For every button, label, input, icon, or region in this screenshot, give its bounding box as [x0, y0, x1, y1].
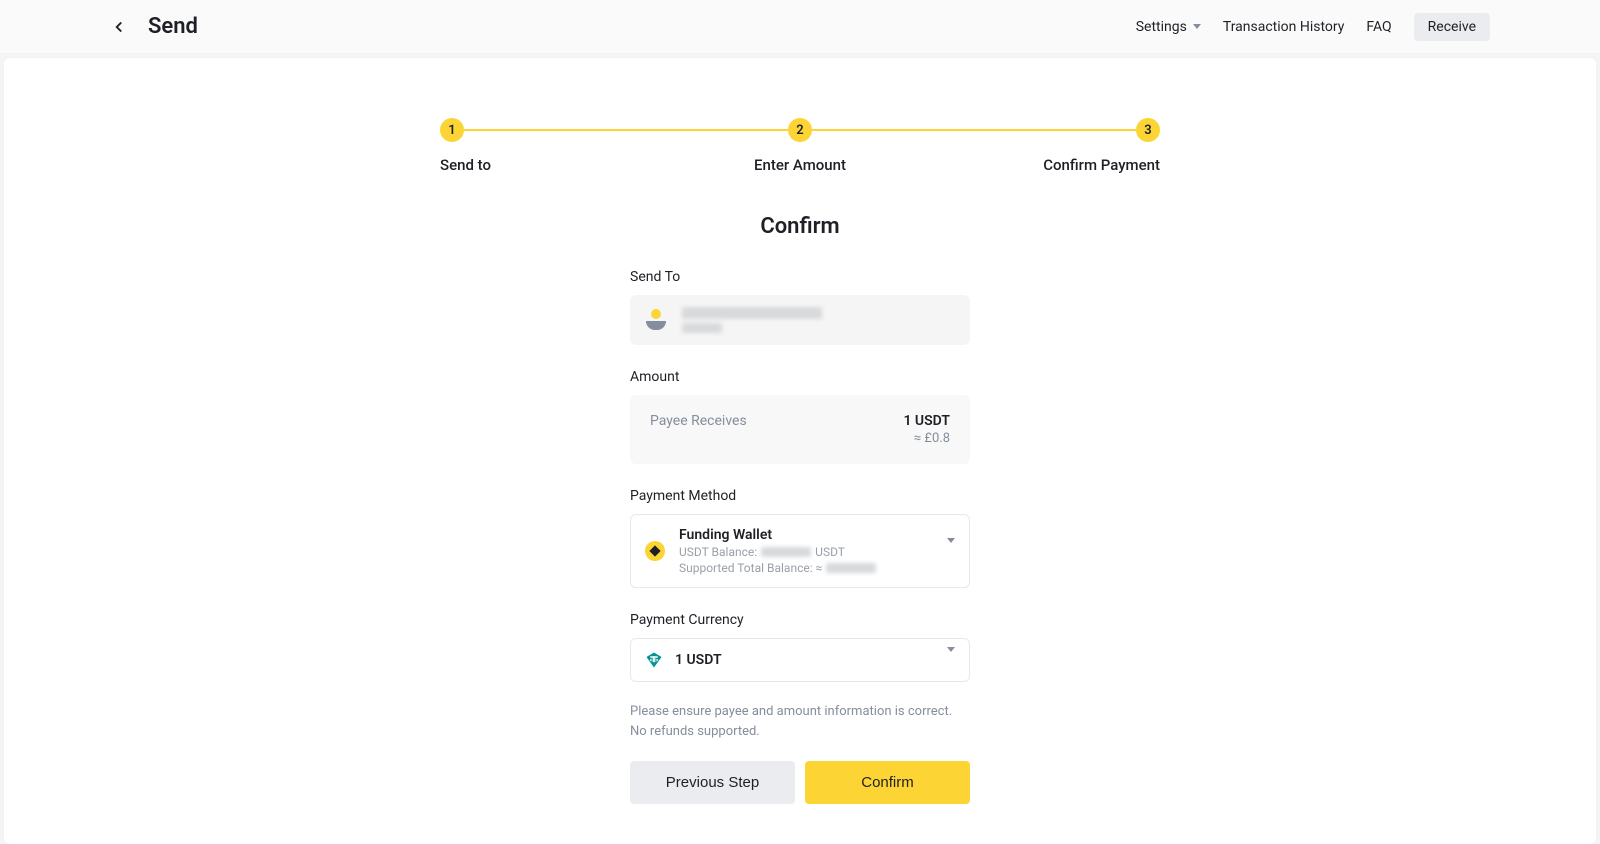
- step-2: 2 Enter Amount: [680, 118, 920, 174]
- payment-method-select[interactable]: Funding Wallet USDT Balance: USDT Suppor…: [630, 514, 970, 588]
- step-3-circle: 3: [1136, 118, 1160, 142]
- method-supported: Supported Total Balance: ≈: [679, 561, 933, 575]
- step-line-3: [920, 129, 1136, 131]
- step-line-2a: [680, 129, 788, 131]
- main-card: 1 Send to 2 Enter Amount 3 Confirm Payme…: [4, 58, 1596, 844]
- payee-avatar-icon: [644, 308, 668, 332]
- step-2-circle: 2: [788, 118, 812, 142]
- receive-button[interactable]: Receive: [1414, 13, 1490, 41]
- method-balance-prefix: USDT Balance:: [679, 545, 757, 559]
- payment-currency-select[interactable]: 1 USDT: [630, 638, 970, 682]
- amount-box: Payee Receives 1 USDT ≈ £0.8: [630, 395, 970, 464]
- transaction-history-link[interactable]: Transaction History: [1223, 19, 1345, 35]
- step-3-label: Confirm Payment: [1043, 156, 1160, 174]
- warning-text: Please ensure payee and amount informati…: [630, 702, 970, 741]
- step-line-1: [464, 129, 680, 131]
- step-1-label: Send to: [440, 156, 491, 174]
- method-label: Payment Method: [630, 488, 970, 504]
- sendto-box: [630, 295, 970, 345]
- chevron-left-icon: [110, 18, 128, 36]
- section-heading: Confirm: [630, 214, 970, 239]
- payee-redacted: [682, 307, 822, 333]
- wallet-icon: [645, 541, 665, 561]
- caret-down-icon: [1193, 24, 1201, 29]
- content: Confirm Send To Amount Payee Receives 1 …: [630, 214, 970, 804]
- header-left: Send: [110, 14, 198, 39]
- currency-value: 1 USDT: [675, 652, 935, 668]
- page-title: Send: [148, 14, 198, 39]
- sendto-label: Send To: [630, 269, 970, 285]
- step-1-circle: 1: [440, 118, 464, 142]
- chevron-down-icon: [947, 543, 955, 559]
- page-header: Send Settings Transaction History FAQ Re…: [0, 0, 1600, 54]
- settings-label: Settings: [1136, 19, 1187, 35]
- step-3: 3 Confirm Payment: [920, 118, 1160, 174]
- chevron-down-icon: [947, 652, 955, 668]
- faq-link[interactable]: FAQ: [1366, 19, 1391, 35]
- method-title: Funding Wallet: [679, 527, 933, 543]
- header-right: Settings Transaction History FAQ Receive: [1136, 13, 1490, 41]
- usdt-icon: [645, 651, 663, 669]
- payee-receives-label: Payee Receives: [650, 413, 747, 429]
- step-1: 1 Send to: [440, 118, 680, 174]
- method-supported-prefix: Supported Total Balance: ≈: [679, 561, 822, 575]
- amount-value: 1 USDT: [903, 413, 950, 429]
- confirm-button[interactable]: Confirm: [805, 761, 970, 804]
- method-balance: USDT Balance: USDT: [679, 545, 933, 559]
- supported-redacted: [826, 563, 876, 573]
- amount-approx: ≈ £0.8: [903, 431, 950, 446]
- balance-redacted: [761, 547, 811, 557]
- method-text: Funding Wallet USDT Balance: USDT Suppor…: [679, 527, 933, 575]
- step-2-label: Enter Amount: [754, 156, 846, 174]
- step-line-2b: [812, 129, 920, 131]
- method-balance-suffix: USDT: [815, 545, 845, 559]
- previous-step-button[interactable]: Previous Step: [630, 761, 795, 804]
- stepper: 1 Send to 2 Enter Amount 3 Confirm Payme…: [440, 118, 1160, 174]
- settings-link[interactable]: Settings: [1136, 19, 1201, 35]
- currency-label: Payment Currency: [630, 612, 970, 628]
- button-row: Previous Step Confirm: [630, 761, 970, 804]
- amount-label: Amount: [630, 369, 970, 385]
- back-button[interactable]: [110, 18, 128, 36]
